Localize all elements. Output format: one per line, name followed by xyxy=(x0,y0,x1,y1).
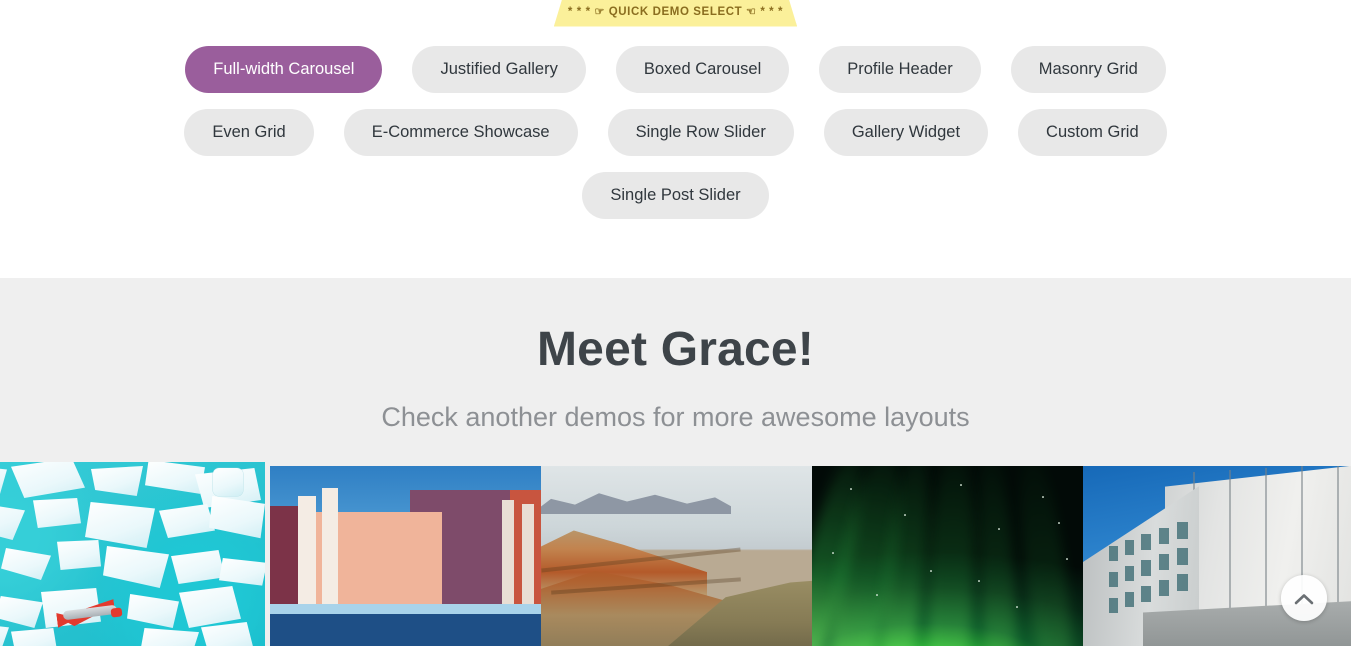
demo-row-1: Full-width Carousel Justified Gallery Bo… xyxy=(185,46,1166,93)
gallery-slide-green-aurora-borealis-night-sky[interactable] xyxy=(812,466,1084,646)
gallery-slide-aerial-red-plane-over-sea-ice[interactable] xyxy=(0,462,265,646)
demo-button-single-post-slider[interactable]: Single Post Slider xyxy=(582,172,769,219)
page-title: Meet Grace! xyxy=(537,323,814,376)
ribbon-stars-right: * * * xyxy=(760,6,784,18)
demo-button-masonry-grid[interactable]: Masonry Grid xyxy=(1010,46,1166,93)
demo-row-2: Even Grid E-Commerce Showcase Single Row… xyxy=(184,109,1167,156)
ribbon-stars-left: * * * xyxy=(567,6,591,18)
scroll-to-top-button[interactable] xyxy=(1281,575,1327,621)
ribbon-label: QUICK DEMO SELECT xyxy=(608,6,743,18)
demo-button-justified-gallery[interactable]: Justified Gallery xyxy=(412,46,586,93)
page-subtitle: Check another demos for more awesome lay… xyxy=(381,401,970,432)
chevron-up-icon xyxy=(1294,592,1314,605)
modernist-building-image xyxy=(270,466,542,646)
demo-selector-nav: Full-width Carousel Justified Gallery Bo… xyxy=(0,46,1351,219)
pointing-right-hand-icon: ☞ xyxy=(594,6,605,18)
pointing-left-hand-icon: ☜ xyxy=(746,6,757,18)
quick-demo-ribbon-container: * * * ☞ QUICK DEMO SELECT ☜ * * * xyxy=(0,0,1351,28)
demo-button-even-grid[interactable]: Even Grid xyxy=(184,109,314,156)
gallery-slide-painted-hills-landscape[interactable] xyxy=(541,466,813,646)
demo-button-full-width-carousel[interactable]: Full-width Carousel xyxy=(185,46,383,93)
demo-button-custom-grid[interactable]: Custom Grid xyxy=(1018,109,1167,156)
demo-button-ecommerce-showcase[interactable]: E-Commerce Showcase xyxy=(343,109,578,156)
gallery-carousel[interactable] xyxy=(0,462,1351,646)
demo-button-boxed-carousel[interactable]: Boxed Carousel xyxy=(615,46,790,93)
aurora-borealis-image xyxy=(812,466,1084,646)
demo-row-3: Single Post Slider xyxy=(582,172,769,219)
aerial-sea-ice-image xyxy=(0,462,265,646)
painted-hills-image xyxy=(541,466,813,646)
demo-button-profile-header[interactable]: Profile Header xyxy=(819,46,981,93)
demo-button-gallery-widget[interactable]: Gallery Widget xyxy=(823,109,989,156)
quick-demo-ribbon[interactable]: * * * ☞ QUICK DEMO SELECT ☜ * * * xyxy=(554,0,797,27)
gallery-slide-pink-maroon-modernist-building[interactable] xyxy=(270,466,542,646)
demo-button-single-row-slider[interactable]: Single Row Slider xyxy=(607,109,794,156)
